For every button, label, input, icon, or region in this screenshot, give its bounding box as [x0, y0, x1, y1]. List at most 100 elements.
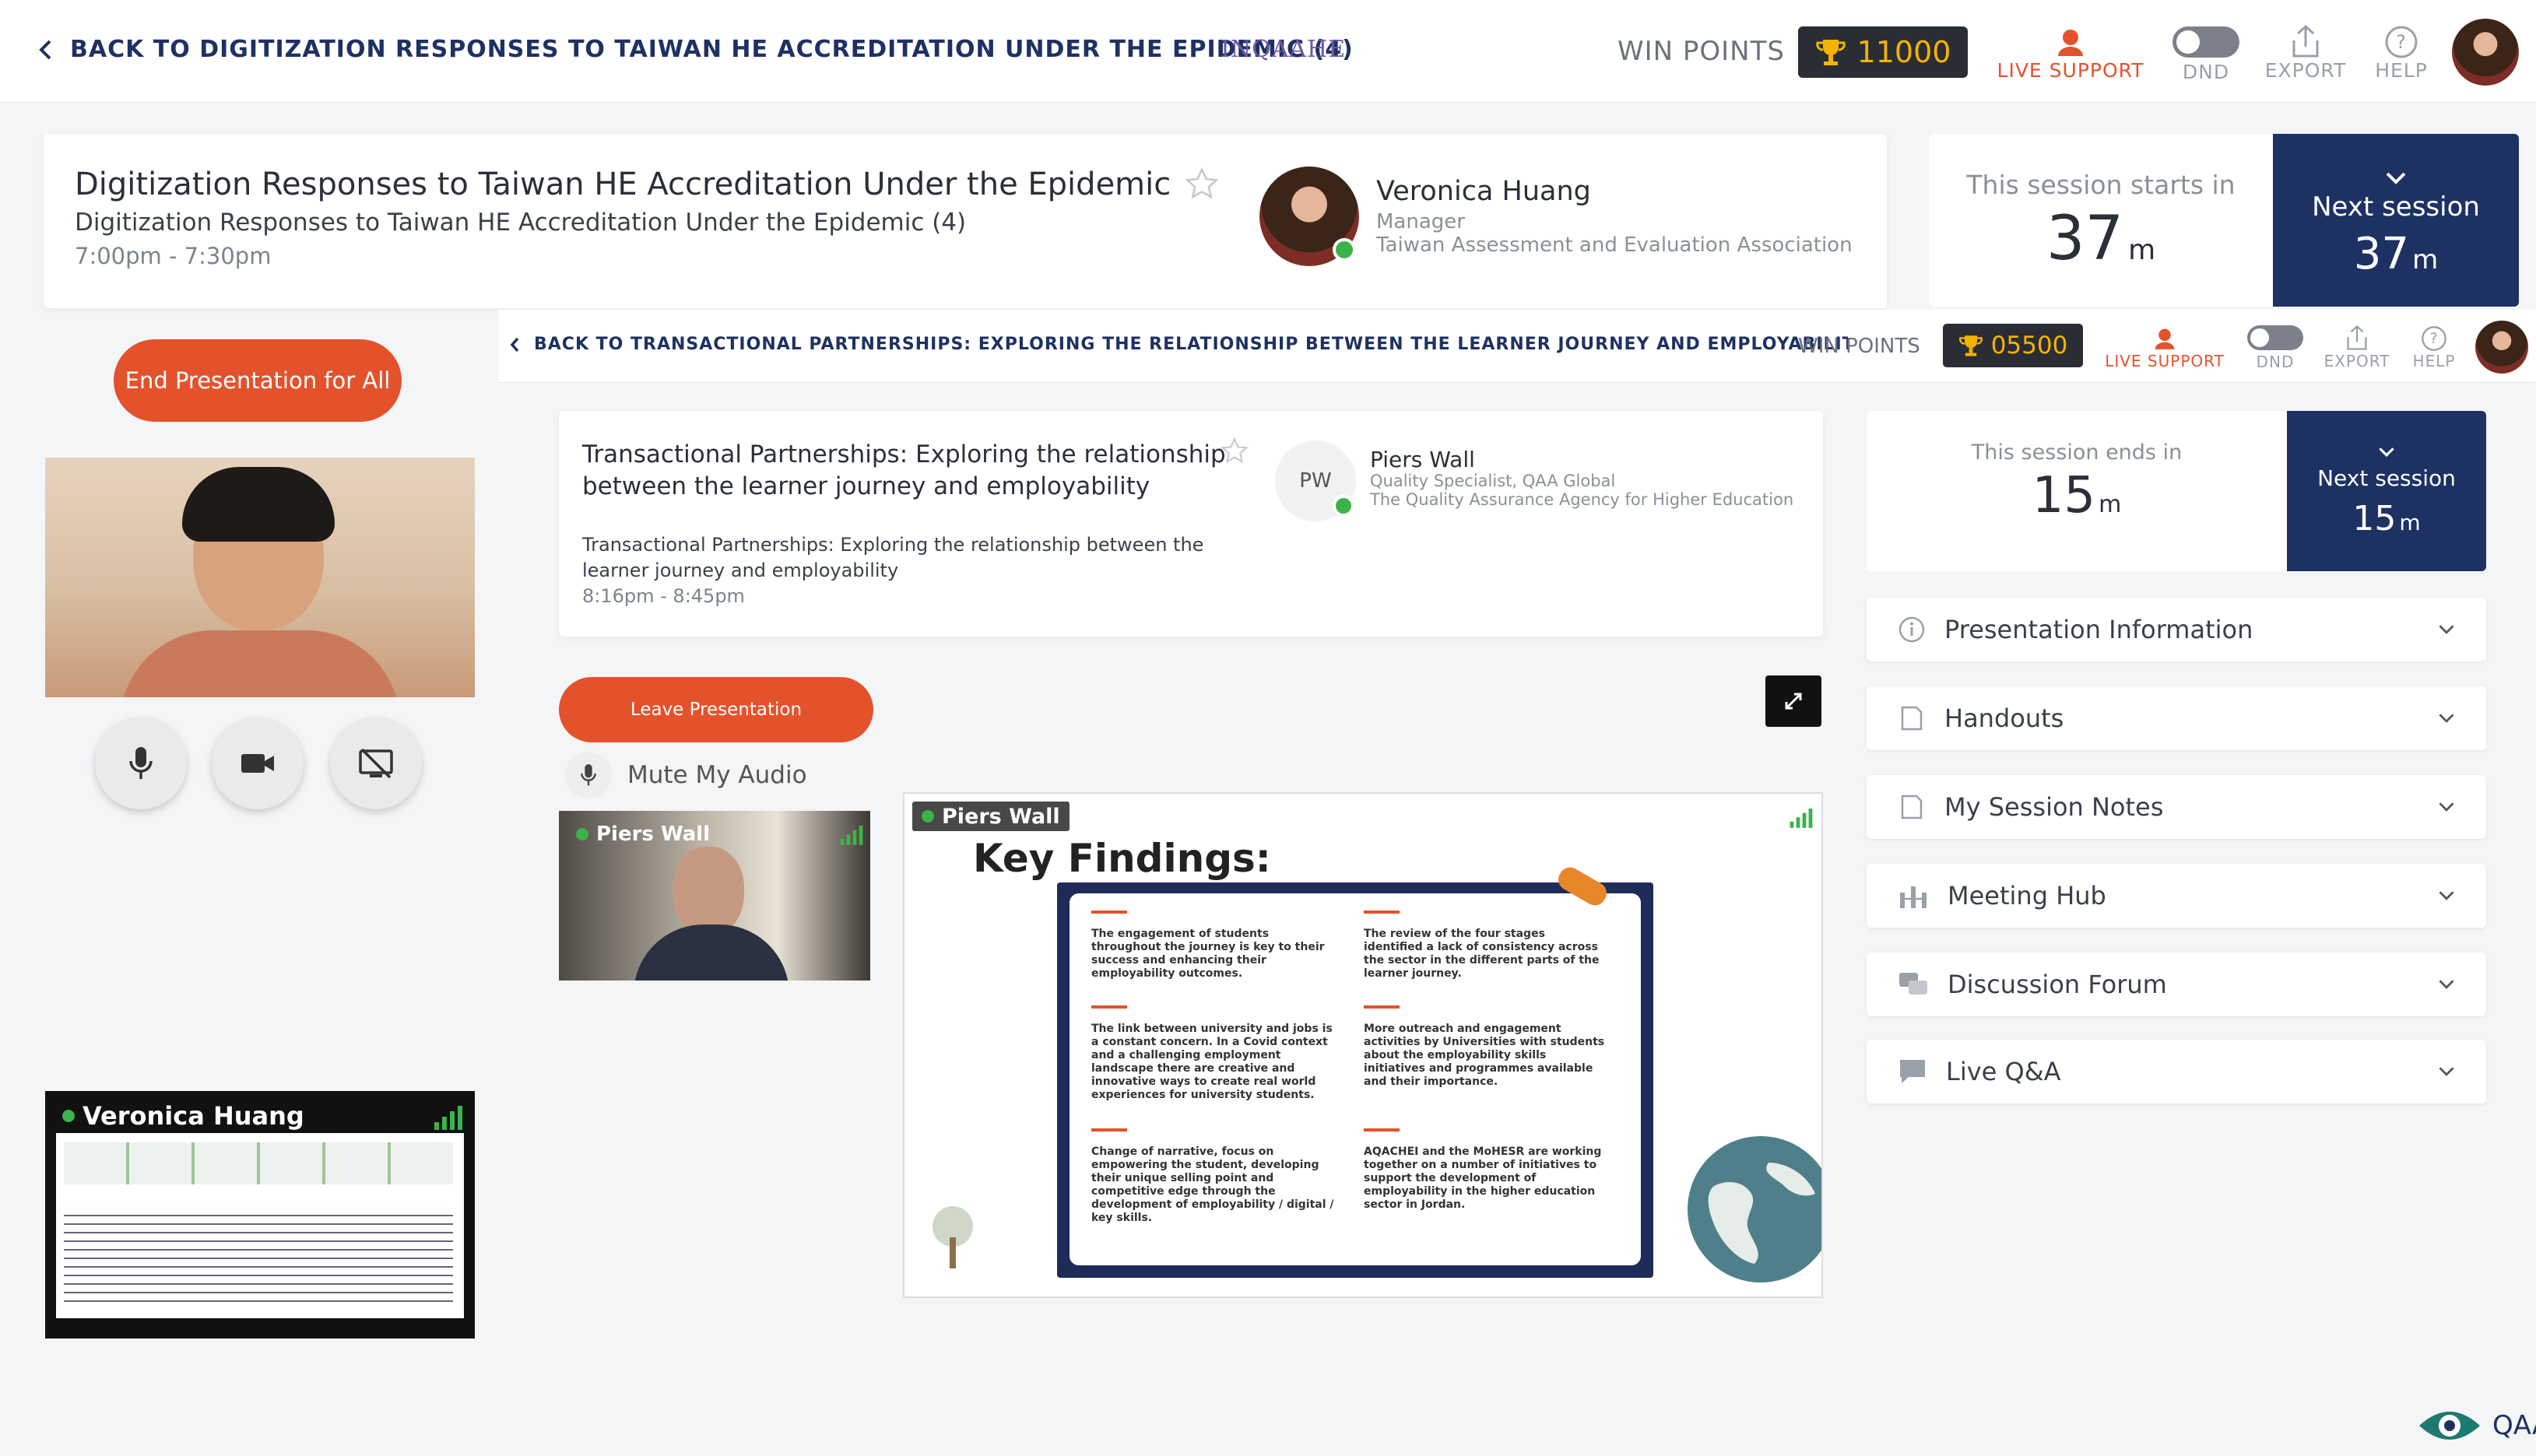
inner-star-icon[interactable]: [1221, 437, 1249, 465]
document-icon: [1898, 704, 1926, 732]
ends-label: This session ends in: [1971, 440, 2183, 465]
slide-point: More outreach and engagement activities …: [1364, 1005, 1607, 1089]
inner-session-title: Transactional Partnerships: Exploring th…: [582, 440, 1226, 500]
video-camera-icon: [240, 751, 276, 776]
eye-logo-icon: [2416, 1402, 2483, 1449]
info-icon: [1898, 616, 1926, 644]
slide-point-text: The engagement of students throughout th…: [1091, 928, 1325, 980]
help-button[interactable]: ? HELP: [2366, 25, 2436, 82]
slide-point: AQACHEI and the MoHESR are working toget…: [1364, 1128, 1607, 1212]
screen-share-button[interactable]: [330, 717, 422, 809]
inner-session-subtitle: Transactional Partnerships: Exploring th…: [582, 534, 1204, 581]
qaa-logo: QAA: [2416, 1402, 2536, 1449]
expand-icon: [1782, 689, 1805, 713]
meeting-hub-icon: [1898, 882, 1929, 910]
starts-label: This session starts in: [1966, 170, 2236, 200]
slide-point-text: More outreach and engagement activities …: [1364, 1023, 1605, 1088]
session-subtitle: Digitization Responses to Taiwan HE Accr…: [75, 209, 967, 237]
mute-audio-toggle[interactable]: Mute My Audio: [565, 752, 807, 798]
shared-screen: Piers Wall Key Findings: The engagement …: [903, 792, 1823, 1298]
export-button[interactable]: EXPORT: [2259, 23, 2352, 82]
slide-point-text: Change of narrative, focus on empowering…: [1091, 1146, 1334, 1224]
presenter-thumbnail[interactable]: Veronica Huang: [45, 1091, 475, 1338]
inner-live-support-button[interactable]: LIVE SUPPORT: [2099, 325, 2231, 370]
accordion-session-notes[interactable]: My Session Notes: [1867, 775, 2486, 839]
dnd-label: DND: [2182, 61, 2230, 83]
next-session-button[interactable]: Next session 37 m: [2273, 134, 2519, 307]
slide-point-text: The review of the four stages identified…: [1364, 928, 1600, 980]
user-avatar[interactable]: [2452, 19, 2519, 86]
live-support-icon: [2053, 25, 2088, 59]
accordion-label: My Session Notes: [1944, 792, 2164, 822]
help-label: HELP: [2375, 59, 2428, 82]
back-link[interactable]: BACK TO DIGITIZATION RESPONSES TO TAIWAN…: [37, 36, 1354, 63]
inner-speaker-role: Quality Specialist, QAA Global: [1370, 472, 1616, 490]
points-badge: 11000: [1798, 26, 1968, 78]
speaker-video-name: Piers Wall: [596, 823, 711, 846]
camera-button[interactable]: [212, 717, 304, 809]
chevron-down-icon: [2438, 1066, 2455, 1077]
star-icon[interactable]: [1185, 167, 1219, 202]
inner-help-button[interactable]: ? HELP: [2405, 325, 2463, 370]
dnd-switch[interactable]: [2172, 26, 2239, 58]
end-presentation-button[interactable]: End Presentation for All: [114, 339, 402, 422]
accordion-presentation-info[interactable]: Presentation Information: [1867, 598, 2486, 661]
inner-next-session-label: Next session: [2317, 465, 2456, 491]
microphone-button[interactable]: [95, 717, 187, 809]
inner-dnd-toggle[interactable]: DND: [2242, 325, 2309, 371]
accordion-label: Discussion Forum: [1948, 970, 2167, 999]
export-icon: [2289, 23, 2322, 59]
accordion-handouts[interactable]: Handouts: [1867, 686, 2486, 750]
inner-speaker-org: The Quality Assurance Agency for Higher …: [1370, 490, 1794, 509]
inner-next-session-button[interactable]: Next session 15 m: [2287, 411, 2486, 571]
win-points-label: WIN POINTS: [1617, 36, 1785, 67]
accordion-live-qa[interactable]: Live Q&A: [1867, 1040, 2486, 1103]
accordion-meeting-hub[interactable]: Meeting Hub: [1867, 864, 2486, 928]
inner-win-points-label: WIN POINTS: [1798, 335, 1920, 358]
session-title: Digitization Responses to Taiwan HE Accr…: [75, 167, 1171, 202]
session-time: 7:00pm - 7:30pm: [75, 243, 272, 269]
slide-point: The review of the four stages identified…: [1364, 910, 1607, 981]
presenter-thumbnail-name: Veronica Huang: [83, 1101, 304, 1131]
inner-live-support-label: LIVE SUPPORT: [2105, 352, 2225, 370]
chevron-down-icon: [2438, 624, 2455, 635]
inner-session-time: 8:16pm - 8:45pm: [582, 585, 745, 607]
inner-dnd-switch[interactable]: [2247, 325, 2303, 350]
accordion-label: Presentation Information: [1944, 615, 2253, 644]
inner-online-status-dot: [1333, 495, 1354, 517]
fullscreen-button[interactable]: [1765, 675, 1821, 727]
slide-point: The link between university and jobs is …: [1091, 1005, 1334, 1102]
chevron-left-icon: [509, 336, 520, 353]
inner-export-button[interactable]: EXPORT: [2320, 324, 2394, 370]
export-icon: [2345, 324, 2369, 352]
live-support-button[interactable]: LIVE SUPPORT: [1993, 25, 2148, 82]
speaker-org: Taiwan Assessment and Evaluation Associa…: [1376, 233, 1853, 257]
point-bar: [1091, 910, 1127, 914]
speaker-video-tag: Piers Wall: [567, 820, 719, 848]
trophy-icon: [1958, 333, 1983, 358]
inner-export-label: EXPORT: [2323, 352, 2390, 370]
notes-icon: [1898, 793, 1926, 821]
live-support-icon: [2151, 325, 2178, 352]
leave-presentation-button[interactable]: Leave Presentation: [559, 677, 873, 742]
slide-title: Key Findings:: [973, 836, 1271, 881]
inqaahe-logo: INQAAHE: [1221, 36, 1347, 63]
accordion-label: Live Q&A: [1946, 1057, 2061, 1086]
inner-back-link[interactable]: BACK TO TRANSACTIONAL PARTNERSHIPS: EXPL…: [509, 335, 1848, 354]
ends-unit: m: [2099, 491, 2122, 518]
inner-help-label: HELP: [2412, 352, 2456, 370]
inner-user-avatar[interactable]: [2475, 321, 2528, 374]
point-bar: [1091, 1005, 1127, 1009]
speaker-role: Manager: [1376, 210, 1465, 233]
qaa-logo-text: QAA: [2492, 1410, 2536, 1441]
next-session-value: 37: [2353, 229, 2410, 279]
svg-text:?: ?: [2396, 31, 2407, 53]
accordion-discussion-forum[interactable]: Discussion Forum: [1867, 953, 2486, 1016]
self-video: [45, 458, 475, 697]
back-link-text: BACK TO DIGITIZATION RESPONSES TO TAIWAN…: [70, 36, 1354, 63]
signal-icon: [1789, 808, 1814, 828]
live-dot: [576, 828, 588, 840]
starts-unit: m: [2128, 234, 2156, 266]
dnd-toggle[interactable]: DND: [2167, 26, 2245, 83]
tree-icon: [915, 1198, 990, 1273]
